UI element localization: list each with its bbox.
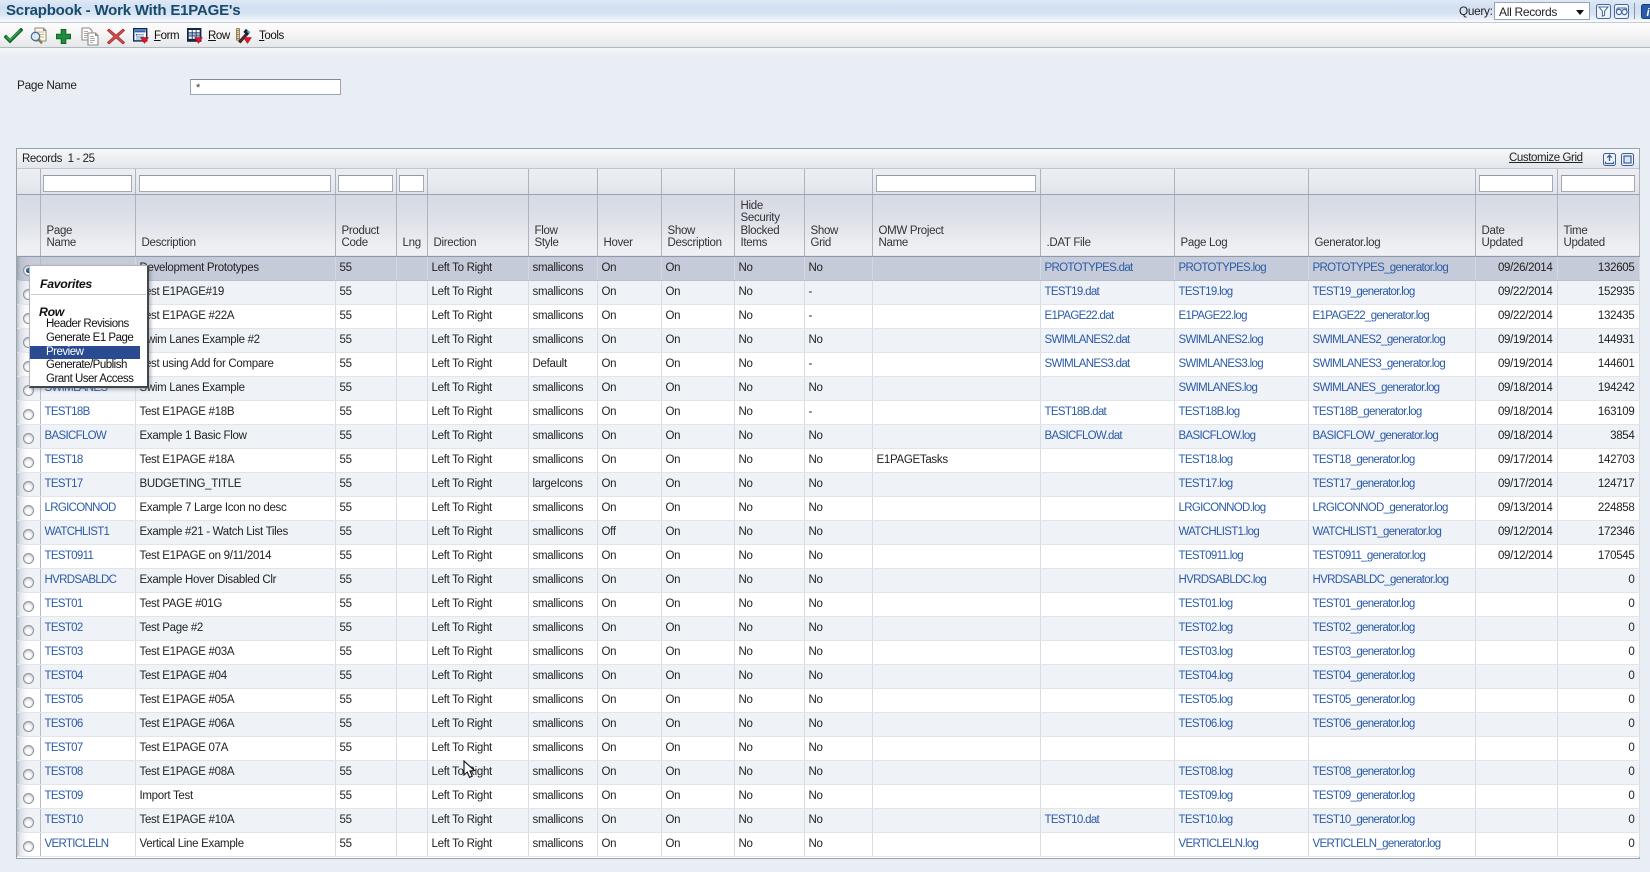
svg-text:i: i bbox=[1646, 7, 1650, 19]
